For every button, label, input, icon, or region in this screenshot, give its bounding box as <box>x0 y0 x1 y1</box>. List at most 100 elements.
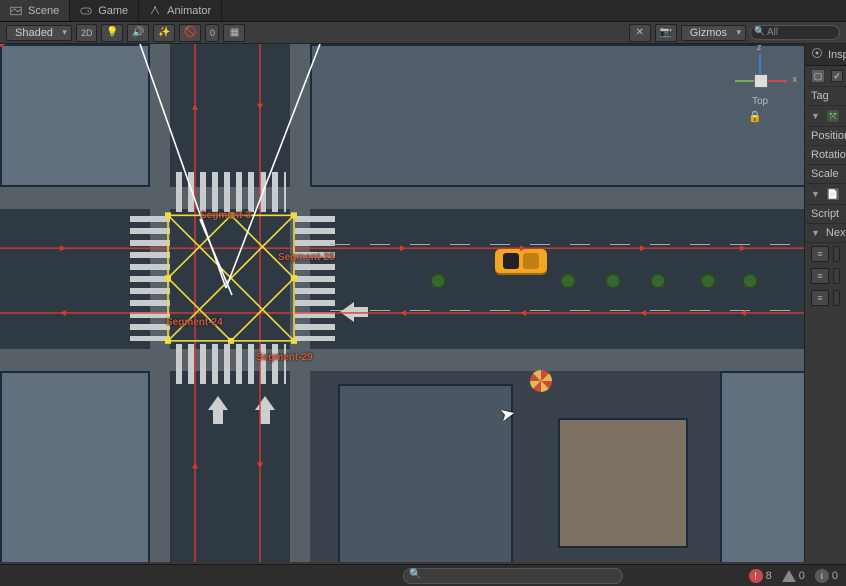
gizmos-dropdown[interactable]: Gizmos <box>681 25 746 41</box>
tree <box>650 273 666 289</box>
tree <box>605 273 621 289</box>
building-block <box>558 418 688 548</box>
script-icon: 📄 <box>826 187 840 201</box>
error-icon: ! <box>749 569 763 583</box>
crosswalk <box>176 172 286 212</box>
transform-position-row: Position <box>805 127 846 146</box>
list-item[interactable]: ≡ <box>805 265 846 287</box>
position-label: Position <box>811 130 846 142</box>
console-warnings-badge[interactable]: 0 <box>782 570 805 582</box>
axis-z-icon <box>759 54 761 76</box>
camera-icon: 📷 <box>659 27 671 38</box>
scene-search-input[interactable]: All <box>750 25 840 40</box>
tree <box>560 273 576 289</box>
crosswalk <box>295 216 335 341</box>
umbrella-prop <box>530 370 552 392</box>
shading-mode-value: Shaded <box>15 27 53 39</box>
transform-rotation-row: Rotation <box>805 146 846 165</box>
tree <box>742 273 758 289</box>
tree <box>430 273 446 289</box>
tab-scene-label: Scene <box>28 5 59 17</box>
road-arrow <box>208 396 228 424</box>
gizmos-label: Gizmos <box>690 27 727 39</box>
next-label: Next <box>826 227 846 239</box>
object-field[interactable] <box>833 268 840 284</box>
drag-handle-icon[interactable]: ≡ <box>811 246 829 262</box>
gameobject-active-checkbox[interactable]: ✓ <box>831 70 843 82</box>
scene-audio-toggle[interactable]: 🔊 <box>127 24 149 42</box>
status-bar: ! 8 0 i 0 <box>0 564 846 586</box>
scene-grid-toggle[interactable]: ▦ <box>223 24 245 42</box>
scene-camera-button[interactable]: 📷 <box>655 24 677 42</box>
chevron-down-icon: ▼ <box>811 189 820 199</box>
console-errors-badge[interactable]: ! 8 <box>749 569 772 583</box>
info-icon: i <box>815 569 829 583</box>
road-vertical <box>170 44 290 562</box>
status-search-input[interactable] <box>403 568 623 584</box>
scene-light-toggle[interactable]: 💡 <box>101 24 123 42</box>
lane-marking <box>330 310 804 311</box>
tree <box>700 273 716 289</box>
road-arrow <box>255 396 275 424</box>
chevron-down-icon: ▼ <box>811 111 820 121</box>
scale-label: Scale <box>811 168 839 180</box>
drag-handle-icon[interactable]: ≡ <box>811 290 829 306</box>
segment-label: Segment-25 <box>278 252 335 263</box>
script-component-header[interactable]: ▼ 📄 <box>805 184 846 205</box>
rotation-label: Rotation <box>811 149 846 161</box>
script-label: Script <box>811 208 839 220</box>
transform-scale-row: Scale <box>805 165 846 184</box>
eye-off-icon: 🚫 <box>184 27 196 38</box>
transform-component-header[interactable]: ▼ ⤧ <box>805 106 846 127</box>
tag-row[interactable]: Tag <box>805 87 846 106</box>
orientation-gizmo[interactable]: Top 🔒 <box>730 54 790 126</box>
grid-icon: ▦ <box>230 27 239 38</box>
segment-label: Segment-3 <box>200 210 251 221</box>
building-block <box>0 44 150 187</box>
tab-scene[interactable]: Scene <box>0 0 70 21</box>
lightbulb-icon: 💡 <box>106 27 118 38</box>
crosswalk <box>130 216 170 341</box>
script-field-row: Script <box>805 205 846 224</box>
transform-icon: ⤧ <box>826 109 840 123</box>
object-field[interactable] <box>833 290 840 306</box>
console-info-badge[interactable]: i 0 <box>815 569 838 583</box>
scene-viewport[interactable]: Segment-3 Segment-25 Segment-24 Segment-… <box>0 44 804 562</box>
crossed-tools-icon: ✕ <box>636 27 644 38</box>
tool-settings-button[interactable]: ✕ <box>629 24 651 42</box>
orientation-label: Top <box>730 96 790 107</box>
segment-label: Segment-24 <box>166 317 223 328</box>
list-item[interactable]: ≡ <box>805 287 846 309</box>
crosswalk <box>176 344 286 384</box>
main-area: Segment-3 Segment-25 Segment-24 Segment-… <box>0 44 846 562</box>
scene-fx-toggle[interactable]: ✨ <box>153 24 175 42</box>
game-icon <box>80 5 92 17</box>
scene-search-placeholder: All <box>767 27 778 38</box>
inspector-tab-label: Inspector <box>828 49 846 61</box>
inspector-panel: Inspector ▢ ✓ Tag ▼ ⤧ Position Rotation … <box>804 44 846 562</box>
lock-icon[interactable]: 🔒 <box>748 110 762 123</box>
building-block <box>720 371 804 562</box>
toggle-2d-button[interactable]: 2D <box>76 24 98 42</box>
tab-animator-label: Animator <box>167 5 211 17</box>
next-array-header[interactable]: ▼ Next <box>805 224 846 243</box>
drag-handle-icon[interactable]: ≡ <box>811 268 829 284</box>
shading-mode-dropdown[interactable]: Shaded <box>6 25 72 41</box>
gameobject-header[interactable]: ▢ ✓ <box>805 66 846 87</box>
lane-marking <box>330 244 804 245</box>
warning-icon <box>782 570 796 582</box>
vehicle-taxi <box>495 249 547 273</box>
tab-game[interactable]: Game <box>70 0 139 21</box>
info-count: 0 <box>832 570 838 582</box>
toggle-2d-label: 2D <box>81 28 93 38</box>
inspector-icon <box>811 47 823 62</box>
scene-visibility-toggle[interactable]: 🚫 <box>179 24 201 42</box>
sidewalk <box>0 187 804 209</box>
tab-inspector[interactable]: Inspector <box>805 44 846 66</box>
tab-animator[interactable]: Animator <box>139 0 222 21</box>
error-count: 8 <box>766 570 772 582</box>
list-item[interactable]: ≡ <box>805 243 846 265</box>
scene-hidden-count[interactable]: 0 <box>205 24 219 42</box>
object-field[interactable] <box>833 246 840 262</box>
tag-label: Tag <box>811 90 829 102</box>
